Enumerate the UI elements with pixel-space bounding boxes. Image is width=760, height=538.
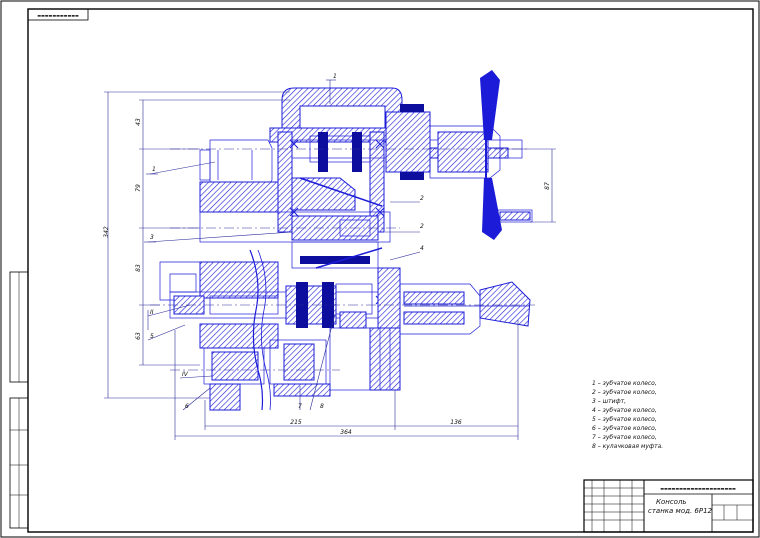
svg-text:43: 43 (135, 118, 142, 126)
legend-item: 4 – зубчатое колесо, (592, 407, 657, 414)
legend-item: 2 – зубчатое колесо, (592, 389, 657, 396)
svg-text:215: 215 (290, 419, 302, 426)
assembly-drawing: ▬▬▬▬▬▬▬▬▬▬▬ 342 43 79 83 63 87 215 136 3… (0, 0, 760, 538)
drawing-title: Консоль (656, 498, 687, 506)
svg-text:II: II (150, 309, 154, 316)
svg-text:3: 3 (150, 234, 154, 241)
legend-item: 3 – штифт, (592, 398, 627, 405)
svg-text:63: 63 (135, 332, 142, 340)
svg-text:6: 6 (185, 403, 189, 410)
legend-item: 5 – зубчатое колесо, (592, 416, 657, 423)
legend-item: 6 – зубчатое колесо, (592, 425, 657, 432)
svg-text:342: 342 (103, 226, 110, 238)
gearbox-section (147, 70, 535, 411)
svg-text:▬▬▬▬▬▬▬▬▬▬▬: ▬▬▬▬▬▬▬▬▬▬▬ (37, 13, 79, 18)
svg-text:IV: IV (182, 371, 189, 378)
svg-text:79: 79 (135, 184, 142, 192)
svg-text:364: 364 (340, 429, 352, 436)
title-block: ▬▬▬▬▬▬▬▬▬▬▬▬▬▬▬▬▬▬▬▬ (583, 479, 754, 533)
svg-text:136: 136 (450, 419, 462, 426)
drawing-subtitle: станка мод. 6Р12 (648, 507, 712, 515)
svg-text:5: 5 (150, 333, 154, 340)
svg-text:2: 2 (420, 223, 424, 230)
svg-text:7: 7 (298, 403, 302, 410)
svg-text:2: 2 (420, 195, 424, 202)
svg-text:1: 1 (333, 73, 337, 80)
svg-text:▬▬▬▬▬▬▬▬▬▬▬▬▬▬▬▬▬▬▬▬: ▬▬▬▬▬▬▬▬▬▬▬▬▬▬▬▬▬▬▬▬ (660, 486, 736, 491)
legend-item: 8 – кулачковая муфта. (592, 443, 664, 450)
legend-item: 7 – зубчатое колесо, (592, 434, 657, 441)
svg-text:87: 87 (544, 182, 551, 190)
legend-item: 1 – зубчатое колесо, (592, 380, 657, 387)
svg-text:4: 4 (420, 245, 424, 252)
svg-text:8: 8 (320, 403, 324, 410)
svg-text:1: 1 (152, 166, 156, 173)
svg-text:83: 83 (135, 264, 142, 272)
